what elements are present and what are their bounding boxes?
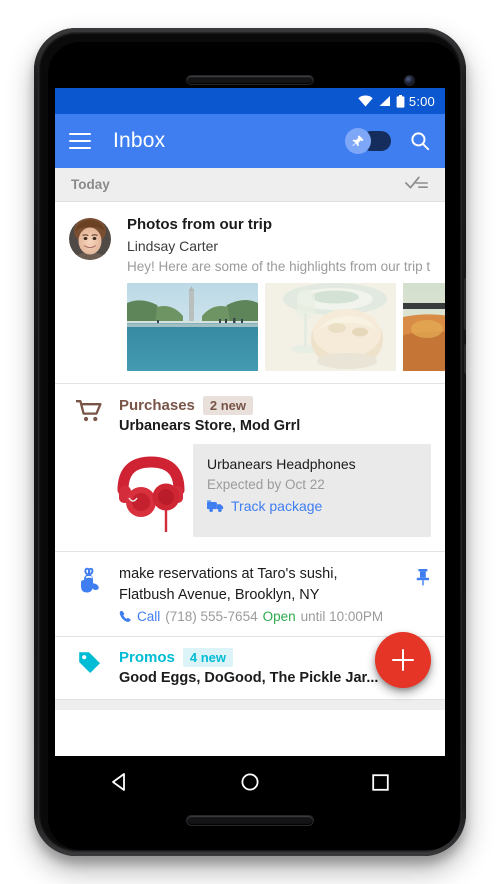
open-status: Open xyxy=(262,609,296,625)
android-navigation-bar xyxy=(55,756,445,808)
purchase-item[interactable]: Urbanears Headphones Expected by Oct 22 … xyxy=(109,444,431,537)
battery-icon xyxy=(396,94,405,108)
price-tag-icon xyxy=(69,648,109,686)
finger-string-reminder-icon xyxy=(69,564,109,624)
screenshot-stage: 5:00 Inbox Today Photos from our trip Li… xyxy=(0,0,500,884)
open-hours: until 10:00PM xyxy=(300,609,384,625)
pin-icon xyxy=(352,135,364,147)
new-count-badge: 2 new xyxy=(202,396,254,415)
email-card[interactable]: Photos from our trip Lindsay Carter Hey!… xyxy=(55,202,445,384)
mark-done-sweep-icon[interactable] xyxy=(405,175,429,194)
attachment-thumbnail[interactable] xyxy=(403,283,445,371)
red-headphones-photo xyxy=(109,444,193,537)
promos-body: Promos 4 new Good Eggs, DoGood, The Pick… xyxy=(119,648,378,686)
status-bar-clock: 5:00 xyxy=(408,93,435,109)
purchases-header: Purchases 2 new Urbanears Store, Mod Grr… xyxy=(69,396,431,434)
promos-senders: Good Eggs, DoGood, The Pickle Jar... xyxy=(119,670,379,687)
avatar xyxy=(69,218,111,260)
phone-screen: 5:00 Inbox Today Photos from our trip Li… xyxy=(55,88,445,756)
bundle-label-promos: Promos xyxy=(119,649,175,667)
section-header-yesterday: Yesterday xyxy=(55,700,445,710)
attachment-thumbnails xyxy=(127,283,445,371)
power-button[interactable] xyxy=(464,278,466,330)
search-icon[interactable] xyxy=(409,130,431,152)
purchases-header-text: Purchases 2 new Urbanears Store, Mod Grr… xyxy=(119,396,300,434)
reminder-line-1: make reservations at Taro's sushi, xyxy=(119,566,338,582)
wifi-icon xyxy=(358,95,373,107)
reminder-body: make reservations at Taro's sushi, Flatb… xyxy=(119,564,431,624)
compose-plus-icon-vertical xyxy=(401,649,405,671)
section-label-today: Today xyxy=(71,177,110,192)
purchase-item-eta: Expected by Oct 22 xyxy=(207,477,325,492)
shopping-cart-icon xyxy=(69,396,109,434)
phone-number: (718) 555-7654 xyxy=(165,609,258,625)
page-title: Inbox xyxy=(113,129,166,152)
section-header-today: Today xyxy=(55,168,445,202)
call-label: Call xyxy=(137,609,161,625)
email-body: Photos from our trip Lindsay Carter Hey!… xyxy=(127,216,445,371)
phone-handset-icon xyxy=(119,611,131,623)
promos-title-row: Promos 4 new xyxy=(119,648,378,668)
purchases-senders: Urbanears Store, Mod Grrl xyxy=(119,418,301,434)
attachment-thumbnail[interactable] xyxy=(127,283,258,371)
purchases-bundle-card[interactable]: Purchases 2 new Urbanears Store, Mod Grr… xyxy=(55,384,445,552)
pin-toggle-switch[interactable] xyxy=(345,128,391,154)
new-count-badge: 4 new xyxy=(182,648,233,668)
attachment-thumbnail[interactable] xyxy=(265,283,396,371)
reminder-card[interactable]: make reservations at Taro's sushi, Flatb… xyxy=(55,552,445,638)
recents-square-icon[interactable] xyxy=(371,773,390,792)
compose-fab-button[interactable] xyxy=(375,632,431,688)
pushpin-icon[interactable] xyxy=(415,568,431,591)
track-package-link[interactable]: Track package xyxy=(207,498,417,514)
pin-toggle-knob xyxy=(345,128,371,154)
signal-icon xyxy=(379,96,390,106)
purchase-item-title: Urbanears Headphones xyxy=(207,456,356,472)
hamburger-menu-icon[interactable] xyxy=(69,133,91,149)
track-package-label: Track package xyxy=(231,498,323,514)
back-triangle-icon[interactable] xyxy=(110,772,130,792)
email-sender: Lindsay Carter xyxy=(127,238,219,254)
volume-button[interactable] xyxy=(464,344,466,374)
bottom-speaker xyxy=(186,815,314,826)
inbox-list[interactable]: Today Photos from our trip Lindsay Carte… xyxy=(55,168,445,710)
reminder-line-2: Flatbush Avenue, Brooklyn, NY xyxy=(119,586,320,603)
app-bar-actions xyxy=(345,128,431,154)
bundle-label-purchases: Purchases xyxy=(119,397,195,414)
purchases-title-row: Purchases 2 new xyxy=(119,396,300,415)
earpiece-speaker xyxy=(186,75,314,85)
email-subject: Photos from our trip xyxy=(127,216,272,233)
front-camera xyxy=(405,76,414,85)
app-bar: Inbox xyxy=(55,114,445,168)
status-bar-icons xyxy=(358,94,405,108)
status-bar: 5:00 xyxy=(55,88,445,114)
home-circle-icon[interactable] xyxy=(240,772,260,792)
reminder-call-row[interactable]: Call (718) 555-7654 Open until 10:00PM xyxy=(119,609,431,624)
purchase-item-details: Urbanears Headphones Expected by Oct 22 … xyxy=(193,444,431,537)
delivery-truck-icon xyxy=(207,500,224,512)
email-snippet: Hey! Here are some of the highlights fro… xyxy=(127,259,431,274)
